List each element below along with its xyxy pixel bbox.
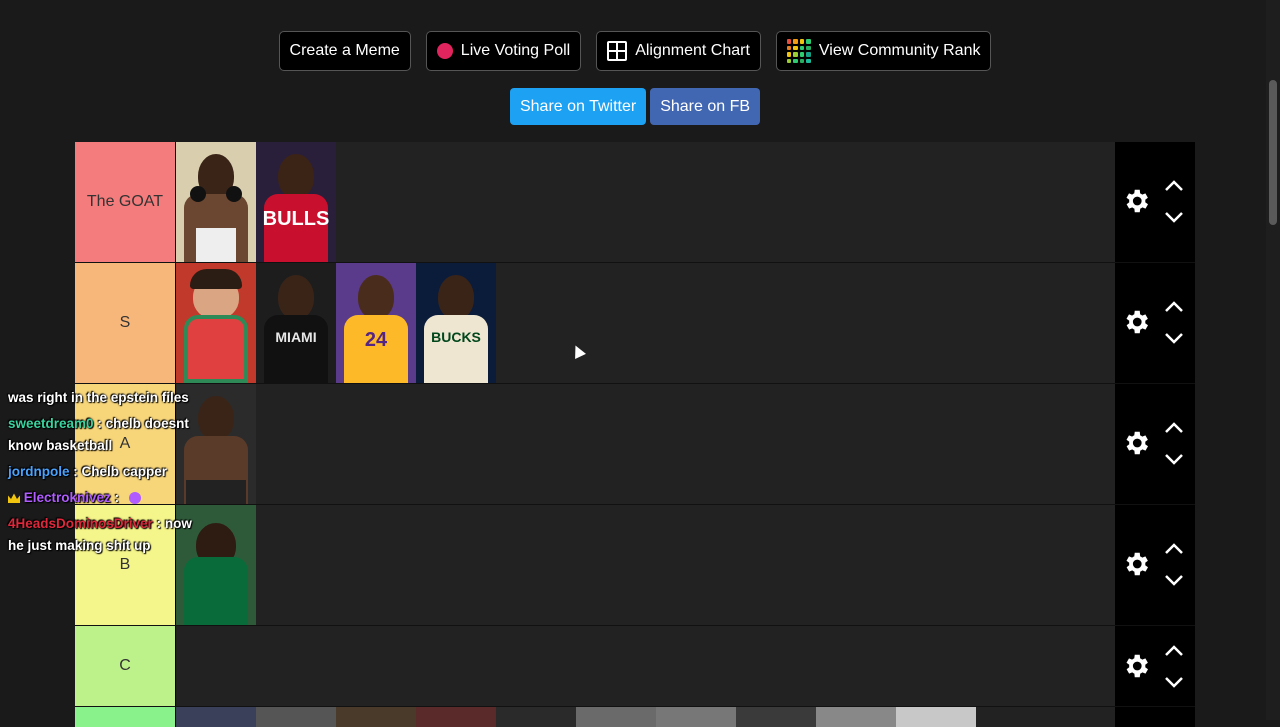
chat-username: 4HeadsDominosDriver: [8, 516, 153, 531]
tier-row-d-partial: [75, 707, 1195, 727]
scrollbar-thumb[interactable]: [1269, 80, 1277, 225]
chat-username: sweetdream0: [8, 416, 94, 431]
gear-icon[interactable]: [1121, 549, 1151, 579]
chat-text: was right in the epstein files: [8, 390, 189, 405]
tier-items[interactable]: MIAMI 24 BUCKS: [176, 263, 1115, 383]
chat-message: 4HeadsDominosDriver : now he just making…: [8, 513, 208, 557]
chat-message: Electroknivez :: [8, 487, 208, 509]
tier-row-s: S MIAMI 24 BUCKS: [75, 263, 1195, 384]
item-kareem-abdul-jabbar[interactable]: BUCKS: [416, 263, 496, 383]
gear-icon[interactable]: [1121, 651, 1151, 681]
tier-list: The GOAT BULLS S MIAMI 24 BUCKS A B C: [75, 142, 1195, 727]
chat-username: Electroknivez: [23, 490, 111, 505]
grid-icon: [607, 41, 628, 61]
unranked-strip[interactable]: [176, 707, 1115, 727]
item-kobe-bryant[interactable]: 24: [336, 263, 416, 383]
chat-message: sweetdream0 : chelb doesnt know basketba…: [8, 413, 208, 457]
share-facebook-button[interactable]: Share on FB: [650, 88, 761, 125]
item-muhammad-ali[interactable]: [176, 142, 256, 262]
gear-icon[interactable]: [1121, 307, 1151, 337]
tier-row-goat: The GOAT BULLS: [75, 142, 1195, 263]
mosaic-icon: [786, 39, 811, 63]
tier-items[interactable]: BULLS: [176, 142, 1115, 262]
chevron-up-icon[interactable]: [1163, 644, 1185, 658]
chevron-down-icon[interactable]: [1163, 573, 1185, 587]
tier-items[interactable]: [176, 505, 1115, 625]
tier-controls: [1115, 384, 1195, 504]
scrollbar[interactable]: [1266, 0, 1280, 720]
record-dot-icon: [436, 43, 453, 59]
tier-label[interactable]: [75, 707, 176, 727]
chat-message: was right in the epstein files: [8, 387, 208, 409]
chevron-down-icon[interactable]: [1163, 452, 1185, 466]
tier-controls: [1115, 142, 1195, 262]
chat-username: jordnpole: [8, 464, 70, 479]
chat-message: jordnpole : Chelb capper: [8, 461, 208, 483]
tier-controls: [1115, 626, 1195, 706]
chat-text: : Chelb capper: [73, 464, 168, 479]
chevron-down-icon[interactable]: [1163, 675, 1185, 689]
chevron-up-icon[interactable]: [1163, 421, 1185, 435]
live-voting-poll-label: Live Voting Poll: [460, 42, 571, 59]
chevron-down-icon[interactable]: [1163, 210, 1185, 224]
create-meme-label: Create a Meme: [289, 42, 400, 59]
chat-overlay: was right in the epstein files sweetdrea…: [8, 387, 208, 557]
share-twitter-button[interactable]: Share on Twitter: [509, 88, 647, 125]
alignment-chart-button[interactable]: Alignment Chart: [596, 31, 761, 71]
gear-icon[interactable]: [1121, 428, 1151, 458]
tier-row-c: C: [75, 626, 1195, 707]
view-community-rank-button[interactable]: View Community Rank: [775, 31, 992, 71]
live-voting-poll-button[interactable]: Live Voting Poll: [425, 31, 582, 71]
chevron-down-icon[interactable]: [1163, 331, 1185, 345]
tier-label[interactable]: S: [75, 263, 176, 383]
tier-items[interactable]: [176, 626, 1115, 706]
tier-controls: [1115, 707, 1195, 727]
view-community-rank-label: View Community Rank: [818, 42, 981, 59]
item-ayrton-senna[interactable]: [176, 263, 256, 383]
tier-controls: [1115, 505, 1195, 625]
tier-label[interactable]: C: [75, 626, 176, 706]
toolbar: Create a Meme Live Voting Poll Alignment…: [0, 31, 1270, 71]
gear-icon[interactable]: [1121, 186, 1151, 216]
item-michael-jordan[interactable]: BULLS: [256, 142, 336, 262]
tier-items[interactable]: [176, 384, 1115, 504]
chevron-up-icon[interactable]: [1163, 542, 1185, 556]
share-row: Share on Twitter Share on FB: [0, 88, 1270, 125]
chat-text: :: [114, 490, 120, 505]
tier-row-b: B: [75, 505, 1195, 626]
emote-icon: [128, 492, 141, 505]
tier-row-a: A: [75, 384, 1195, 505]
alignment-chart-label: Alignment Chart: [635, 42, 750, 59]
tier-controls: [1115, 263, 1195, 383]
tier-label[interactable]: The GOAT: [75, 142, 176, 262]
chevron-up-icon[interactable]: [1163, 179, 1185, 193]
crown-icon: [8, 493, 20, 504]
create-meme-button[interactable]: Create a Meme: [278, 31, 411, 71]
item-lebron-james[interactable]: MIAMI: [256, 263, 336, 383]
chevron-up-icon[interactable]: [1163, 300, 1185, 314]
